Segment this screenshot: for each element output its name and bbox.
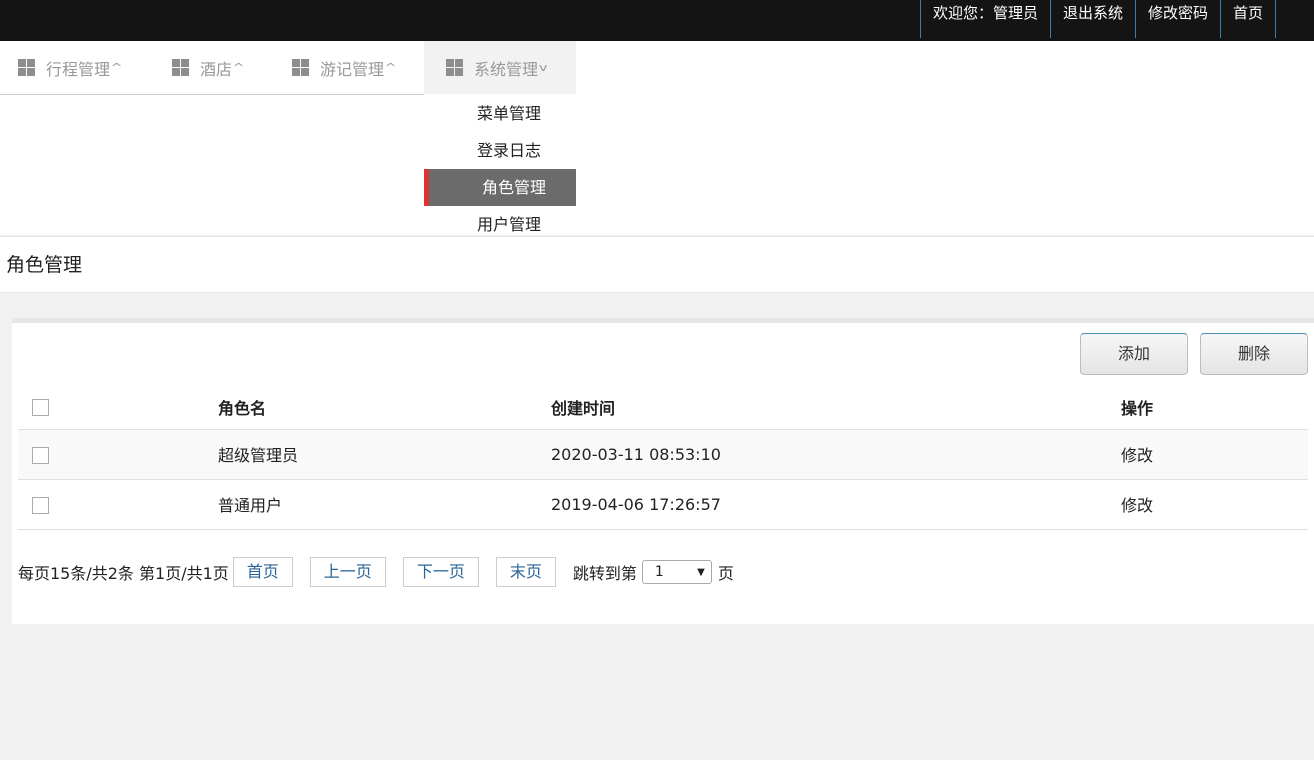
chevron-up-icon: ^ <box>232 61 245 74</box>
menu-item-menu-management[interactable]: 菜单管理 <box>424 95 576 132</box>
role-name-cell: 普通用户 <box>218 478 551 530</box>
top-links: 欢迎您：管理员 退出系统 修改密码 首页 <box>919 0 1276 38</box>
page-title: 角色管理 <box>6 254 83 276</box>
menu-item-login-log[interactable]: 登录日志 <box>424 132 576 169</box>
pagination: 每页15条/共2条 第1页/共1页 首页 上一页 下一页 末页 跳转到第 1 ▼… <box>18 557 734 587</box>
nav-item-label: 系统管理 <box>474 59 539 79</box>
prev-page-button[interactable]: 上一页 <box>309 557 386 587</box>
chevron-up-icon: ^ <box>110 61 123 74</box>
welcome-text: 欢迎您：管理员 <box>921 0 1051 38</box>
page-select[interactable]: 1 ▼ <box>641 560 712 584</box>
role-name-cell: 超级管理员 <box>218 428 551 479</box>
column-header-created-time: 创建时间 <box>551 398 616 418</box>
nav-item-system[interactable]: 系统管理 v <box>424 41 576 94</box>
created-time-cell: 2019-04-06 17:26:57 <box>551 478 1121 530</box>
main-nav: 行程管理 ^ 酒店 ^ 游记管理 ^ 系统管理 v 菜单管理 登录日志 角色管理… <box>0 41 1314 235</box>
nav-item-label: 游记管理 <box>320 59 385 79</box>
menu-item-role-management[interactable]: 角色管理 <box>424 169 576 206</box>
page-title-bar: 角色管理 <box>0 236 1314 293</box>
created-time-cell: 2020-03-11 08:53:10 <box>551 428 1121 479</box>
row-checkbox[interactable] <box>32 496 49 514</box>
content-panel: 添加 删除 角色名 创建时间 操作 超级管理员 2020-03-11 08:53… <box>12 318 1314 624</box>
caret-down-icon: ▼ <box>697 566 705 578</box>
nav-item-travelogue[interactable]: 游记管理 ^ <box>292 41 397 94</box>
select-all-cell <box>18 385 218 429</box>
nav-divider <box>0 94 424 95</box>
first-page-button[interactable]: 首页 <box>232 557 293 587</box>
page-select-value: 1 <box>654 564 664 580</box>
logout-link[interactable]: 退出系统 <box>1051 0 1136 38</box>
last-page-button[interactable]: 末页 <box>495 557 556 587</box>
next-page-button[interactable]: 下一页 <box>402 557 479 587</box>
nav-item-itinerary[interactable]: 行程管理 ^ <box>18 41 123 94</box>
chevron-up-icon: ^ <box>384 61 397 74</box>
delete-button[interactable]: 删除 <box>1200 333 1308 375</box>
nav-item-label: 酒店 <box>200 59 233 79</box>
system-dropdown-menu: 菜单管理 登录日志 角色管理 用户管理 <box>424 95 576 243</box>
grid-icon <box>292 59 309 76</box>
row-select-cell <box>18 428 218 479</box>
column-header-action: 操作 <box>1121 398 1154 418</box>
grid-icon <box>18 59 35 76</box>
select-all-checkbox[interactable] <box>32 399 49 417</box>
table-row: 超级管理员 2020-03-11 08:53:10 修改 <box>18 428 1308 479</box>
table-row: 普通用户 2019-04-06 17:26:57 修改 <box>18 478 1308 530</box>
chevron-down-icon: v <box>539 61 548 74</box>
add-button[interactable]: 添加 <box>1080 333 1188 375</box>
change-password-link[interactable]: 修改密码 <box>1136 0 1221 38</box>
grid-icon <box>172 59 189 76</box>
top-bar: 欢迎您：管理员 退出系统 修改密码 首页 <box>0 0 1314 41</box>
edit-link[interactable]: 修改 <box>1121 428 1308 479</box>
pagination-summary: 每页15条/共2条 第1页/共1页 <box>18 564 229 583</box>
row-select-cell <box>18 478 218 530</box>
page-suffix: 页 <box>717 564 734 583</box>
nav-item-hotel[interactable]: 酒店 ^ <box>172 41 245 94</box>
row-checkbox[interactable] <box>32 446 49 464</box>
nav-item-label: 行程管理 <box>46 59 111 79</box>
home-link[interactable]: 首页 <box>1221 0 1276 38</box>
column-header-role-name: 角色名 <box>218 398 267 418</box>
edit-link[interactable]: 修改 <box>1121 478 1308 530</box>
jump-label: 跳转到第 <box>572 564 637 583</box>
roles-table: 角色名 创建时间 操作 超级管理员 2020-03-11 08:53:10 修改… <box>18 385 1308 530</box>
table-header-row: 角色名 创建时间 操作 <box>18 385 1308 429</box>
grid-icon <box>446 59 463 76</box>
